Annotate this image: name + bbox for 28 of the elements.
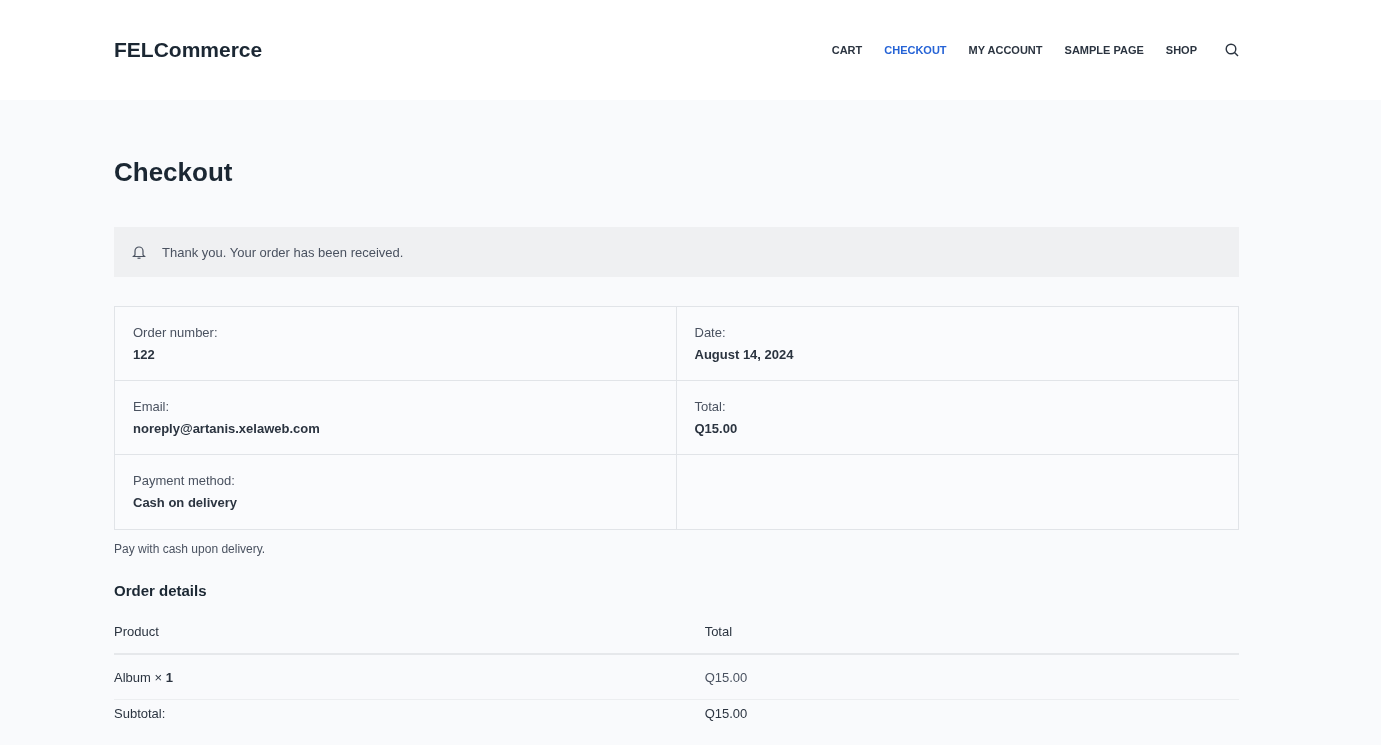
nav-link[interactable]: CART <box>831 44 863 56</box>
nav-link[interactable]: SHOP <box>1165 44 1197 56</box>
price-text: Q15.00 <box>704 706 748 721</box>
overview-value: 122 <box>133 347 156 362</box>
overview-value: Cash on delivery <box>133 495 239 510</box>
nav-link[interactable]: CHECKOUT <box>884 44 947 56</box>
notice-text: Thank you. Your order has been received. <box>162 244 404 260</box>
price-text: Q15.00 <box>704 669 748 685</box>
nav-link[interactable]: SAMPLE PAGE <box>1064 44 1144 56</box>
search-icon[interactable] <box>1225 43 1239 57</box>
bell-icon <box>132 244 146 260</box>
nav-link[interactable]: MY ACCOUNT <box>968 44 1043 56</box>
site-logo[interactable]: FELCommerce <box>114 38 263 62</box>
overview-value: August 14, 2024 <box>694 347 795 362</box>
overview-value: noreply@artanis.xelaweb.com <box>133 421 321 436</box>
column-header: Total <box>704 623 733 639</box>
page-title: Checkout <box>114 156 233 189</box>
summary-label: Subtotal: <box>114 706 166 721</box>
overview-label: Total: <box>694 399 727 414</box>
overview-label: Date: <box>694 325 727 340</box>
overview-value: Q15.00 <box>694 421 739 436</box>
overview-label: Payment method: <box>133 473 236 488</box>
product-name: Album × 1 <box>114 669 173 685</box>
column-header: Product <box>114 623 159 639</box>
overview-label: Email: <box>133 399 171 414</box>
section-title: Order details <box>114 582 208 599</box>
payment-note: Pay with cash upon delivery. <box>114 542 267 556</box>
overview-label: Order number: <box>133 325 219 340</box>
